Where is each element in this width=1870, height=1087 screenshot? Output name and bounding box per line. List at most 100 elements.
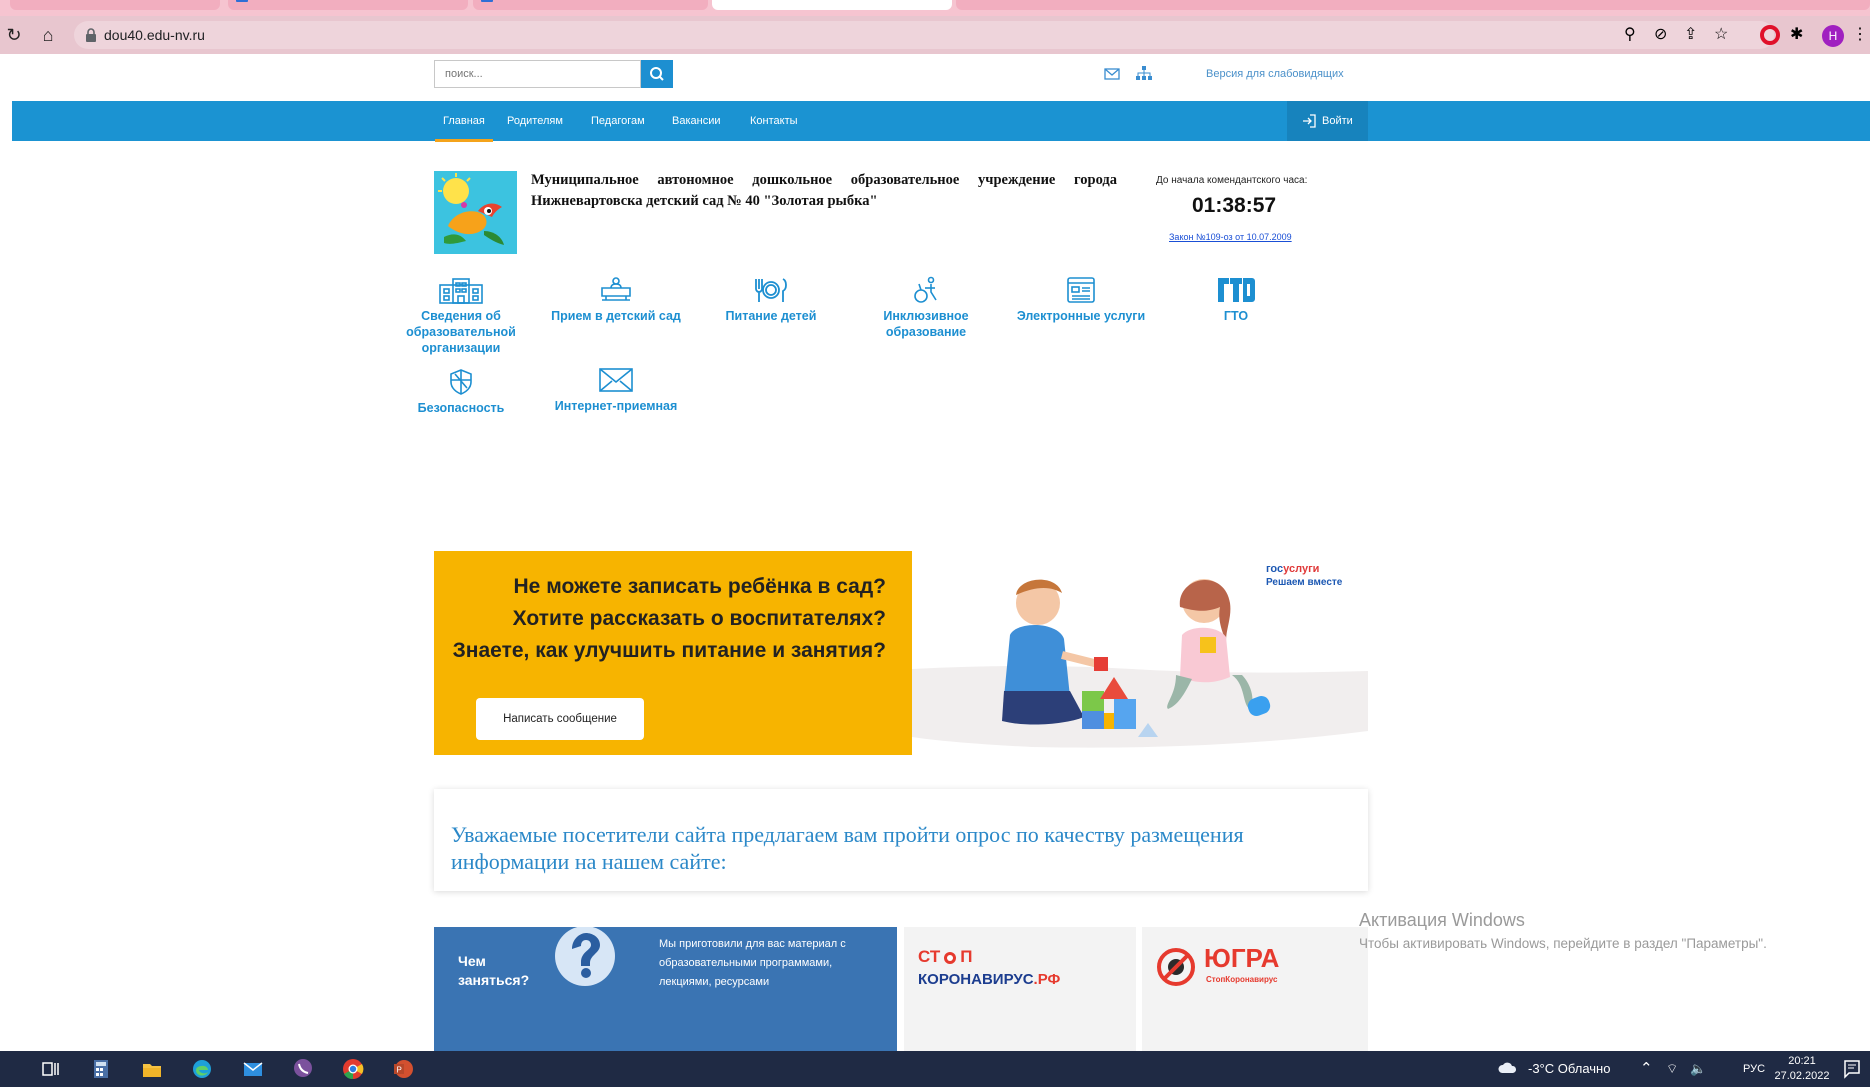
url-text: dou40.edu-nv.ru: [104, 27, 205, 43]
bookmark-star-icon[interactable]: ☆: [1714, 24, 1728, 44]
envelope-icon: [599, 368, 633, 392]
what-to-do-line-1: Чем: [458, 953, 486, 969]
tab-favicon-icon: [481, 0, 493, 2]
lock-icon: [86, 28, 96, 42]
zoom-icon[interactable]: ⚲: [1624, 24, 1636, 44]
nav-item-home[interactable]: Главная: [435, 101, 493, 142]
browser-tab[interactable]: [228, 0, 468, 10]
gosuslugi-logo[interactable]: госуслуги Решаем вместе: [1266, 563, 1342, 589]
search-icon: [650, 67, 664, 81]
address-bar[interactable]: dou40.edu-nv.ru: [74, 21, 1774, 49]
quick-link-nutrition[interactable]: Питание детей: [706, 276, 836, 324]
low-vision-link[interactable]: Версия для слабовидящих: [1206, 68, 1344, 80]
what-to-do-line-2: заняться?: [458, 972, 530, 988]
browser-tab[interactable]: [10, 0, 220, 10]
search-button[interactable]: [641, 60, 673, 88]
inclusion-icon: [914, 276, 937, 303]
network-icon[interactable]: ⌔: [1666, 1051, 1678, 1087]
browser-tab[interactable]: [473, 0, 708, 10]
stroller-icon: [601, 277, 631, 301]
quick-link-label: Инклюзивное образование: [883, 309, 969, 339]
share-icon[interactable]: ⇪: [1684, 24, 1697, 44]
search-input[interactable]: [435, 61, 645, 87]
quick-link-reception[interactable]: Интернет-приемная: [551, 366, 681, 414]
nav-item-vacancies[interactable]: Вакансии: [672, 101, 721, 141]
opera-extension-icon[interactable]: [1760, 25, 1780, 45]
hide-eye-icon[interactable]: ⊘: [1654, 24, 1667, 44]
curfew-timer: 01:38:57: [1192, 194, 1277, 217]
survey-card[interactable]: Уважаемые посетители сайта предлагаем ва…: [434, 789, 1368, 891]
browser-tab-active[interactable]: [712, 0, 952, 10]
main-nav: Главная Родителям Педагогам Вакансии Кон…: [12, 101, 1870, 142]
feedback-promo-banner: Не можете записать ребёнка в сад? Хотите…: [434, 551, 912, 755]
mail-icon[interactable]: [1104, 68, 1120, 80]
stop-corona-part-2: П: [960, 947, 973, 966]
login-icon: [1303, 114, 1316, 128]
chrome-icon[interactable]: [341, 1057, 365, 1081]
task-view-icon[interactable]: [38, 1057, 62, 1081]
mail-app-icon[interactable]: [241, 1057, 265, 1081]
windows-activation-subtitle: Чтобы активировать Windows, перейдите в …: [1359, 936, 1767, 951]
weather-text[interactable]: -3°C Облачно: [1528, 1051, 1610, 1087]
goldfish-logo-image: [434, 171, 517, 254]
stop-corona-line-1: СТ П: [918, 947, 972, 967]
write-message-button[interactable]: Написать сообщение: [476, 698, 644, 740]
quick-link-label: Электронные услуги: [1016, 309, 1146, 323]
org-name: Муниципальное автономное дошкольное обра…: [531, 172, 1117, 209]
what-to-do-title: Чем заняться?: [458, 952, 529, 990]
stop-corona-part-1: СТ: [918, 947, 941, 966]
browser-tab[interactable]: [956, 0, 1870, 10]
yugra-subtitle: СтопКоронавирус: [1206, 975, 1278, 984]
clock-date: 27.02.2022: [1774, 1070, 1830, 1082]
tray-expand-icon[interactable]: ⌃: [1640, 1051, 1653, 1087]
browser-toolbar: ↻ ⌂ dou40.edu-nv.ru ⚲ ⊘ ⇪ ☆ ✱ Н ⋮: [0, 16, 1870, 54]
search-field: [434, 60, 645, 88]
nav-item-teachers[interactable]: Педагогам: [591, 101, 645, 141]
nav-item-parents[interactable]: Родителям: [507, 101, 563, 141]
quick-link-label: Интернет-приемная: [554, 399, 678, 413]
yugra-title: ЮГРА: [1204, 943, 1280, 973]
extensions-puzzle-icon[interactable]: ✱: [1790, 24, 1803, 44]
banner-yugra[interactable]: ЮГРА СтопКоронавирус: [1142, 927, 1368, 1051]
banner-what-to-do[interactable]: Чем заняться? Мы приготовили для вас мате…: [434, 927, 897, 1051]
gos-brand-part-1: гос: [1266, 563, 1284, 575]
volume-icon[interactable]: 🔈: [1690, 1051, 1706, 1087]
sitemap-icon[interactable]: [1136, 66, 1152, 80]
quick-link-gto[interactable]: ГТО: [1171, 276, 1301, 324]
taskbar-clock[interactable]: 20:21 27.02.2022: [1772, 1054, 1832, 1084]
quick-link-org-info[interactable]: Сведения об образовательной организации: [396, 276, 526, 356]
what-to-do-description: Мы приготовили для вас материал с образо…: [659, 938, 846, 988]
calculator-icon[interactable]: [89, 1057, 113, 1081]
notification-center-icon[interactable]: [1840, 1057, 1864, 1081]
input-language[interactable]: РУС: [1743, 1051, 1765, 1087]
kindergarten-logo[interactable]: [434, 171, 517, 254]
web-page: Версия для слабовидящих Главная Родителя…: [12, 54, 1870, 1051]
quick-link-safety[interactable]: Безопасность: [396, 368, 526, 416]
home-icon[interactable]: ⌂: [36, 23, 60, 47]
edge-browser-icon[interactable]: [190, 1057, 214, 1081]
quick-link-admission[interactable]: Прием в детский сад: [551, 276, 681, 324]
stop-corona-part-4: .РФ: [1033, 971, 1061, 988]
login-label: Войти: [1322, 115, 1353, 127]
login-button[interactable]: Войти: [1287, 101, 1368, 141]
powerpoint-icon[interactable]: P: [391, 1057, 415, 1081]
viber-icon[interactable]: [291, 1057, 315, 1081]
file-explorer-icon[interactable]: [140, 1057, 164, 1081]
shield-icon: [450, 369, 472, 395]
virus-icon: [940, 950, 960, 966]
quick-link-eservices[interactable]: Электронные услуги: [1016, 276, 1146, 324]
gos-brand-part-2: услуги: [1283, 563, 1320, 575]
stop-corona-line-2: КОРОНАВИРУС.РФ: [918, 971, 1060, 988]
reload-icon[interactable]: ↻: [2, 23, 26, 47]
clock-time: 20:21: [1788, 1055, 1816, 1067]
profile-avatar[interactable]: Н: [1822, 25, 1844, 47]
tab-favicon-icon: [236, 0, 248, 2]
curfew-law-link[interactable]: Закон №109-оз от 10.07.2009: [1169, 232, 1292, 242]
browser-menu-icon[interactable]: ⋮: [1852, 24, 1868, 44]
banner-stop-coronavirus[interactable]: СТ П КОРОНАВИРУС.РФ: [904, 927, 1136, 1051]
quick-link-inclusive[interactable]: Инклюзивное образование: [861, 276, 991, 340]
windows-activation-title: Активация Windows: [1359, 910, 1525, 930]
gto-icon: [1218, 278, 1255, 302]
nav-item-contacts[interactable]: Контакты: [750, 101, 798, 141]
yugra-virus-logo-icon: [1157, 948, 1195, 986]
